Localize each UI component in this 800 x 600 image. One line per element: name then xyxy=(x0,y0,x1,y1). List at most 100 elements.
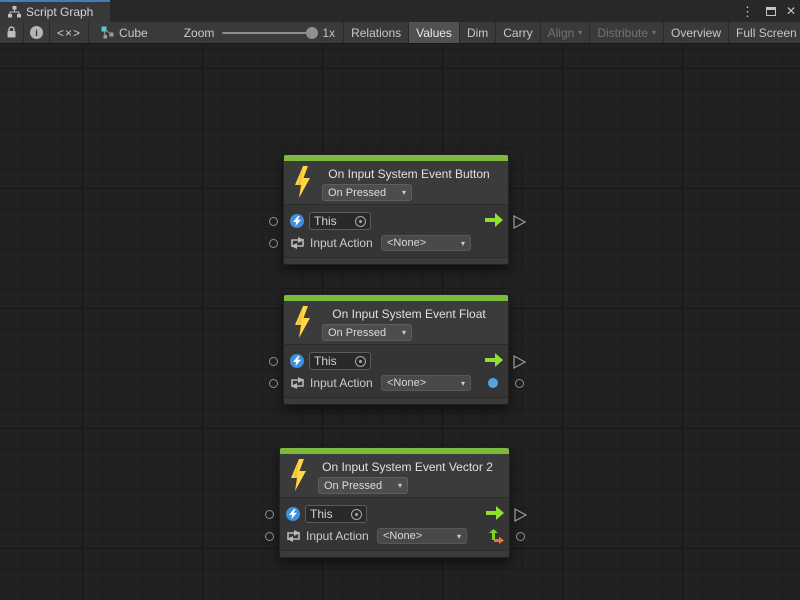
info-button[interactable]: i xyxy=(24,22,49,43)
graph-owner-selector[interactable]: Cube xyxy=(89,22,158,43)
node-title: On Input System Event Button xyxy=(284,161,508,181)
this-port-icon xyxy=(286,507,300,521)
lightning-bolt-icon xyxy=(289,457,308,493)
input-port-action[interactable] xyxy=(265,532,274,541)
input-port-action[interactable] xyxy=(269,239,278,248)
node-row-input-action: Input Action <None> ▾ xyxy=(284,232,508,254)
float-output-icon[interactable] xyxy=(488,378,498,388)
close-icon[interactable]: ✕ xyxy=(786,5,796,17)
code-view-button[interactable]: <×> xyxy=(50,22,88,43)
event-node[interactable]: On Input System Event Button On Pressed … xyxy=(283,154,509,265)
input-port-trigger[interactable] xyxy=(269,217,278,226)
chevron-down-icon: ▾ xyxy=(461,239,465,248)
window-controls: ⋮ ✕ xyxy=(739,0,796,22)
value-output-port[interactable] xyxy=(515,379,524,388)
node-row-this: This xyxy=(284,210,508,232)
lightning-bolt-icon xyxy=(293,304,312,340)
zoom-slider-handle[interactable] xyxy=(306,27,318,39)
this-object-field[interactable]: This xyxy=(309,212,371,230)
chevron-down-icon: ▾ xyxy=(652,28,656,37)
input-action-icon xyxy=(290,236,305,250)
input-action-label: Input Action xyxy=(310,376,373,390)
input-action-icon xyxy=(290,376,305,390)
flow-output-port[interactable] xyxy=(513,215,526,229)
graph-hierarchy-icon xyxy=(8,6,21,18)
tab-label: Script Graph xyxy=(26,5,93,19)
menu-kebab-icon[interactable]: ⋮ xyxy=(739,5,756,18)
lock-button[interactable] xyxy=(0,22,23,43)
event-type-dropdown[interactable]: On Pressed ▾ xyxy=(322,324,412,341)
node-body: This Input Action <None> ▾ xyxy=(284,204,508,257)
input-port-trigger[interactable] xyxy=(265,510,274,519)
chevron-down-icon: ▾ xyxy=(457,532,461,541)
input-action-label: Input Action xyxy=(306,529,369,543)
input-port-trigger[interactable] xyxy=(269,357,278,366)
node-body: This Input Action <None> ▾ xyxy=(280,497,509,550)
node-row-input-action: Input Action <None> ▾ xyxy=(284,372,508,394)
flow-output-arrow-icon[interactable] xyxy=(486,506,504,520)
value-output-port[interactable] xyxy=(516,532,525,541)
distribute-dropdown[interactable]: Distribute▾ xyxy=(590,22,663,43)
node-header: On Input System Event Button On Pressed … xyxy=(284,161,508,204)
event-type-dropdown[interactable]: On Pressed ▾ xyxy=(318,477,408,494)
toolbar-toggles: Relations Values Dim Carry Align▾ Distri… xyxy=(343,22,800,43)
toggle-values[interactable]: Values xyxy=(409,22,459,43)
node-footer xyxy=(284,257,508,264)
chevron-down-icon: ▾ xyxy=(402,188,406,197)
toggle-relations[interactable]: Relations xyxy=(344,22,408,43)
node-title: On Input System Event Float xyxy=(284,301,508,321)
vector2-output-icon[interactable] xyxy=(489,529,504,544)
node-header: On Input System Event Float On Pressed ▾ xyxy=(284,301,508,344)
node-title: On Input System Event Vector 2 xyxy=(280,454,509,474)
lightning-bolt-icon xyxy=(293,164,312,200)
input-action-dropdown[interactable]: <None> ▾ xyxy=(381,375,471,391)
event-node[interactable]: On Input System Event Vector 2 On Presse… xyxy=(279,447,510,558)
flow-output-arrow-icon[interactable] xyxy=(485,213,503,227)
node-header: On Input System Event Vector 2 On Presse… xyxy=(280,454,509,497)
flow-output-port[interactable] xyxy=(513,355,526,369)
node-footer xyxy=(284,397,508,404)
this-port-icon xyxy=(290,354,304,368)
maximize-icon[interactable] xyxy=(766,7,776,16)
input-action-icon xyxy=(286,529,301,543)
zoom-slider[interactable] xyxy=(222,32,314,34)
node-row-input-action: Input Action <None> ▾ xyxy=(280,525,509,547)
lock-icon xyxy=(6,26,17,39)
toggle-carry[interactable]: Carry xyxy=(496,22,539,43)
this-port-icon xyxy=(290,214,304,228)
chevron-down-icon: ▾ xyxy=(398,481,402,490)
event-type-dropdown[interactable]: On Pressed ▾ xyxy=(322,184,412,201)
toggle-dim[interactable]: Dim xyxy=(460,22,495,43)
chevron-down-icon: ▾ xyxy=(461,379,465,388)
flow-output-arrow-icon[interactable] xyxy=(485,353,503,367)
zoom-value: 1x xyxy=(322,26,335,40)
chevron-down-icon: ▾ xyxy=(402,328,406,337)
node-body: This Input Action <None> ▾ xyxy=(284,344,508,397)
graph-owner-label: Cube xyxy=(119,26,148,40)
script-graph-window: Script Graph ⋮ ✕ i <×> xyxy=(0,0,800,600)
toolbar: i <×> Cube Zoom 1x Relations xyxy=(0,22,800,44)
input-action-dropdown[interactable]: <None> ▾ xyxy=(381,235,471,251)
event-node[interactable]: On Input System Event Float On Pressed ▾… xyxy=(283,294,509,405)
object-picker-icon[interactable] xyxy=(351,509,362,520)
script-graph-asset-icon xyxy=(101,26,114,39)
toggle-full-screen[interactable]: Full Screen xyxy=(729,22,800,43)
graph-canvas[interactable]: On Input System Event Button On Pressed … xyxy=(0,44,800,600)
input-port-action[interactable] xyxy=(269,379,278,388)
input-action-dropdown[interactable]: <None> ▾ xyxy=(377,528,467,544)
code-view-icon: <×> xyxy=(57,26,81,40)
node-row-this: This xyxy=(280,503,509,525)
input-action-label: Input Action xyxy=(310,236,373,250)
tab-script-graph[interactable]: Script Graph xyxy=(0,0,110,22)
toggle-overview[interactable]: Overview xyxy=(664,22,728,43)
this-object-field[interactable]: This xyxy=(309,352,371,370)
object-picker-icon[interactable] xyxy=(355,216,366,227)
node-row-this: This xyxy=(284,350,508,372)
chevron-down-icon: ▾ xyxy=(578,28,582,37)
this-object-field[interactable]: This xyxy=(305,505,367,523)
node-footer xyxy=(280,550,509,557)
tab-bar: Script Graph ⋮ ✕ xyxy=(0,0,800,22)
flow-output-port[interactable] xyxy=(514,508,527,522)
object-picker-icon[interactable] xyxy=(355,356,366,367)
align-dropdown[interactable]: Align▾ xyxy=(541,22,590,43)
